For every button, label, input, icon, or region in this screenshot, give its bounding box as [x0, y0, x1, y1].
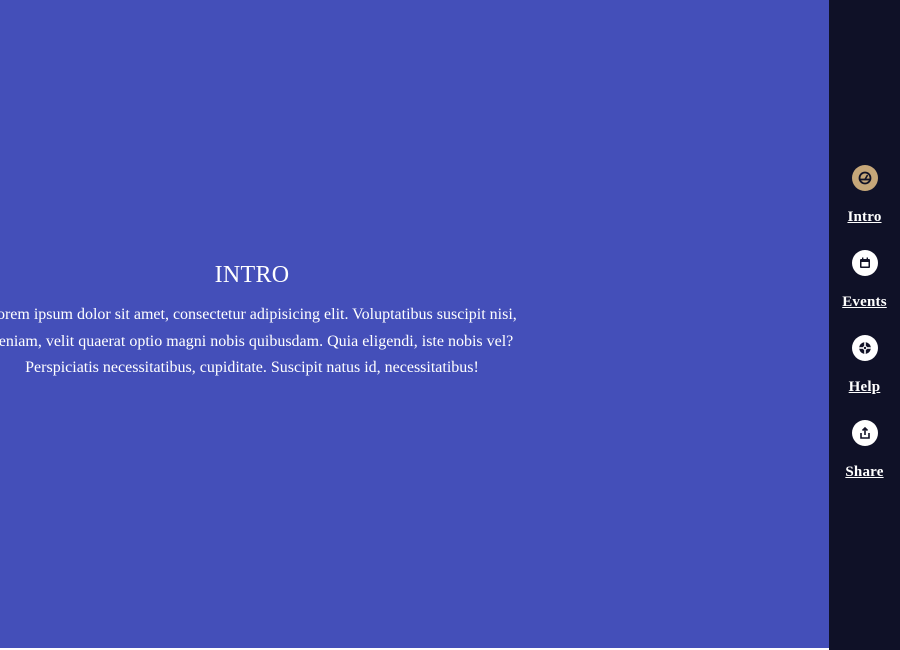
intro-section: INTRO Lorem ipsum dolor sit amet, consec… [0, 0, 829, 648]
sidebar-item-label: Events [842, 294, 887, 310]
intro-content: INTRO Lorem ipsum dolor sit amet, consec… [0, 258, 704, 382]
body-line: veniam, velit quaerat optio magni nobis … [0, 332, 514, 350]
lifebuoy-icon [852, 335, 878, 361]
share-icon [852, 420, 878, 446]
body-line: Lorem ipsum dolor sit amet, consectetur … [0, 306, 517, 323]
sidebar-item-label: Share [845, 464, 884, 480]
body-line: Perspiciatis necessitatibus, cupiditate.… [25, 359, 479, 376]
section-title: INTRO [214, 262, 290, 288]
sidebar-item-label: Help [848, 379, 881, 395]
page: INTRO Lorem ipsum dolor sit amet, consec… [0, 0, 900, 650]
sidebar-item-label: Intro [847, 209, 882, 225]
dashboard-icon [852, 165, 878, 191]
section-body: Lorem ipsum dolor sit amet, consectetur … [0, 302, 704, 382]
sidebar-nav: Intro Events Help Share [829, 0, 900, 650]
calendar-icon [852, 250, 878, 276]
